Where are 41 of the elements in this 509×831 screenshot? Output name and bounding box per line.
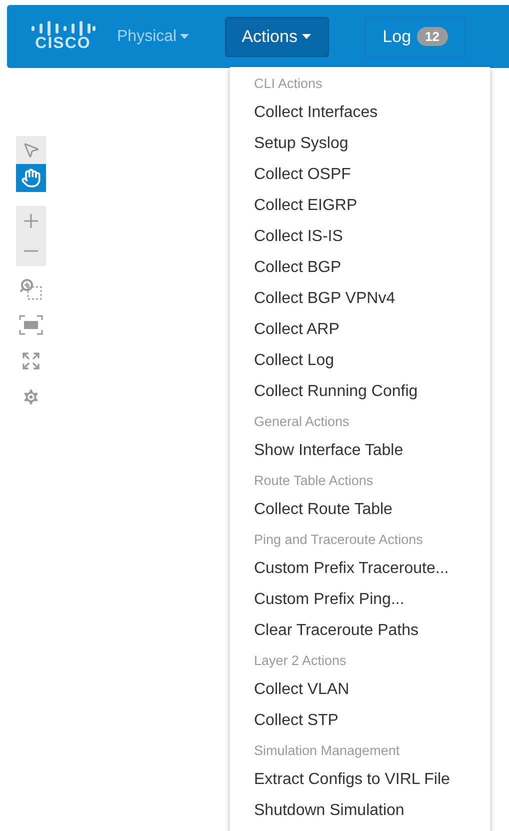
zoom-area-icon (19, 277, 43, 301)
settings-icon (21, 387, 41, 407)
caret-icon (180, 34, 189, 39)
expand-icon (21, 351, 41, 371)
menu-item[interactable]: Collect STP (230, 705, 490, 736)
menu-item[interactable]: Clear Traceroute Paths (230, 615, 490, 646)
mode-button[interactable] (16, 136, 46, 164)
menu-item[interactable]: Custom Prefix Ping... (230, 584, 490, 615)
menu-item[interactable]: Collect EIGRP (230, 190, 490, 221)
menu-item[interactable]: Show Interface Table (230, 435, 490, 466)
caret-icon (302, 34, 312, 39)
menu-item[interactable]: Collect BGP (230, 252, 490, 283)
menu-item[interactable]: Collect ARP (230, 314, 490, 345)
zoom-in-icon (24, 214, 38, 228)
menu-item[interactable]: Setup Syslog (230, 128, 490, 159)
menu-section-header: CLI Actions (253, 74, 324, 92)
menu-section-header: Layer 2 Actions (253, 652, 348, 670)
mode-button[interactable] (16, 164, 46, 192)
menu-item[interactable]: Custom Prefix Traceroute... (230, 553, 490, 584)
menu-section-header: General Actions (253, 412, 350, 430)
fit-screen-icon (19, 315, 43, 335)
logo-bars-icon (30, 21, 96, 36)
menu-section-header: Simulation Management (253, 742, 401, 760)
actions-dropdown[interactable]: Actions (224, 16, 329, 56)
menu-item[interactable]: Collect BGP VPNv4 (230, 283, 490, 314)
menu-item[interactable]: Collect OSPF (230, 159, 490, 190)
menu-item[interactable]: Collect Log (230, 345, 490, 376)
menu-item[interactable]: Collect Running Config (230, 376, 490, 407)
log-button[interactable]: Log 12 (364, 16, 466, 57)
menu-item[interactable]: Collect VLAN (230, 674, 490, 705)
pointer-icon (22, 141, 40, 159)
count-badge: 12 (417, 27, 448, 46)
menu-item[interactable]: Shutdown Simulation (230, 795, 490, 826)
menu-item[interactable]: Collect Interfaces (230, 97, 490, 128)
menu-item[interactable]: Collect Route Table (230, 494, 490, 525)
menu-item[interactable]: Extract Configs to VIRL File (230, 764, 490, 795)
logo-text: CISCO (35, 36, 91, 52)
menu-section-header: Route Table Actions (253, 472, 374, 490)
hand-icon (21, 168, 41, 188)
menu-item[interactable]: Collect IS-IS (230, 221, 490, 252)
menu-section-header: Ping and Traceroute Actions (253, 530, 424, 549)
